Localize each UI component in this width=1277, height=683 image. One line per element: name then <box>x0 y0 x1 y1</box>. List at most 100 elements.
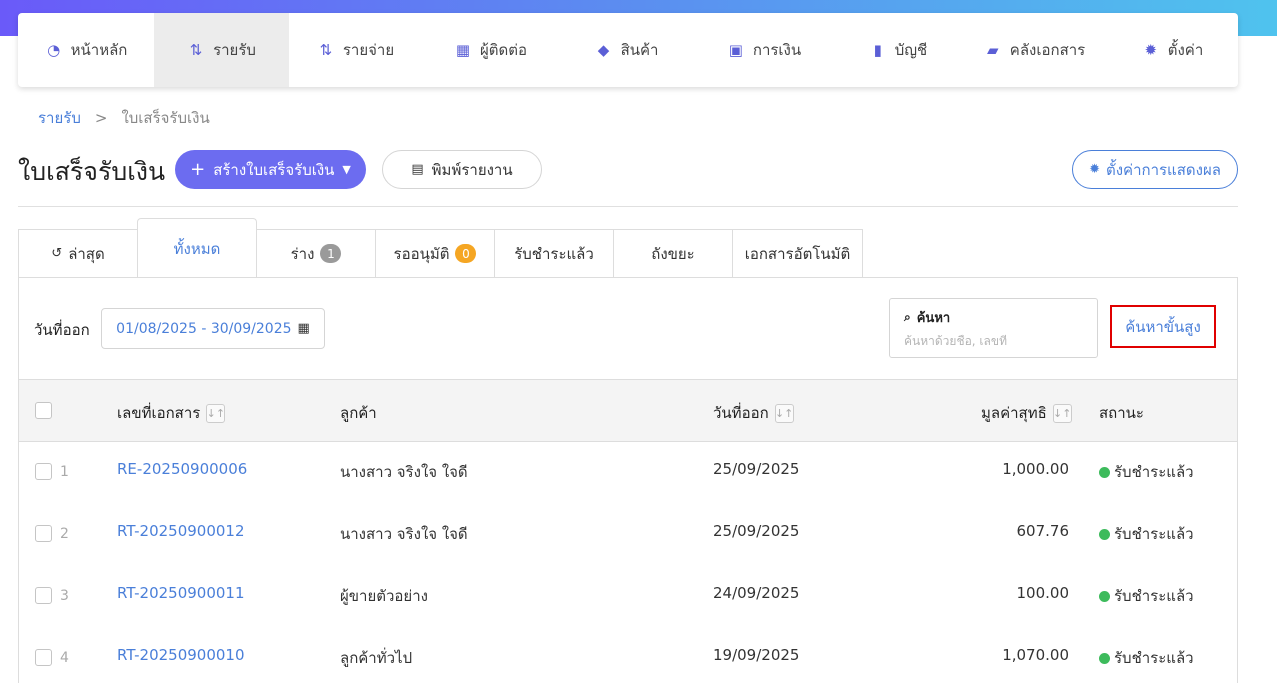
expense-icon: ⇅ <box>319 41 333 59</box>
nav-item-label: คลังเอกสาร <box>1009 41 1086 59</box>
customer-name: นางสาว จริงใจ ใจดี <box>340 525 468 543</box>
col-label: สถานะ <box>1099 404 1144 422</box>
select-all-checkbox[interactable] <box>35 402 52 419</box>
nav-item-label: หน้าหลัก <box>70 41 128 59</box>
doc-number-link[interactable]: RT-20250900012 <box>117 522 245 540</box>
status-badge: รับชำระแล้ว <box>1099 460 1194 484</box>
breadcrumb: รายรับ > ใบเสร็จรับเงิน <box>38 106 210 130</box>
sort-icon[interactable]: ↓↑ <box>206 403 226 423</box>
tab-pending-approval[interactable]: รออนุมัติ 0 <box>376 229 495 278</box>
table-row[interactable]: 2 RT-20250900012 นางสาว จริงใจ ใจดี 25/0… <box>19 504 1237 566</box>
row-number: 3 <box>60 588 69 604</box>
row-checkbox[interactable] <box>35 463 52 480</box>
calendar-icon: ▦ <box>297 321 310 336</box>
status-label: รับชำระแล้ว <box>1114 525 1194 543</box>
col-issue-date[interactable]: วันที่ออก ↓↑ <box>713 401 794 425</box>
tab-label: เอกสารอัตโนมัติ <box>744 244 851 263</box>
nav-item-finance[interactable]: ▣ การเงิน <box>694 13 834 87</box>
search-input[interactable] <box>904 334 1084 348</box>
issue-date: 24/09/2025 <box>713 584 800 602</box>
col-label: วันที่ออก <box>713 404 769 422</box>
doc-number-link[interactable]: RT-20250900011 <box>117 584 245 602</box>
sort-icon[interactable]: ↓↑ <box>1052 403 1072 423</box>
col-net-value[interactable]: มูลค่าสุทธิ ↓↑ <box>981 401 1072 425</box>
nav-item-settings[interactable]: ✹ ตั้งค่า <box>1107 13 1238 87</box>
doc-number-link[interactable]: RT-20250900010 <box>117 646 245 664</box>
gear-icon: ✹ <box>1089 162 1100 177</box>
table-row[interactable]: 3 RT-20250900011 ผู้ขายตัวอย่าง 24/09/20… <box>19 566 1237 628</box>
nav-item-label: การเงิน <box>752 41 802 59</box>
nav-item-label: รายรับ <box>213 41 256 59</box>
pending-count-badge: 0 <box>455 244 477 263</box>
tab-paid[interactable]: รับชำระแล้ว <box>495 229 614 278</box>
row-checkbox[interactable] <box>35 587 52 604</box>
status-badge: รับชำระแล้ว <box>1099 522 1194 546</box>
status-dot-icon <box>1099 590 1110 602</box>
status-badge: รับชำระแล้ว <box>1099 584 1194 608</box>
customer-name: ผู้ขายตัวอย่าง <box>340 587 428 605</box>
row-checkbox[interactable] <box>35 649 52 666</box>
date-filter-label: วันที่ออก <box>34 321 90 339</box>
status-dot-icon <box>1099 466 1110 478</box>
page-title: ใบเสร็จรับเงิน <box>18 157 166 186</box>
doc-number-link[interactable]: RE-20250900006 <box>117 460 247 478</box>
col-label: เลขที่เอกสาร <box>117 404 201 422</box>
main-nav: ◔ หน้าหลัก ⇅ รายรับ ⇅ รายจ่าย ▦ ผู้ติดต่… <box>18 13 1238 87</box>
col-label: มูลค่าสุทธิ <box>981 404 1047 422</box>
tab-latest[interactable]: ↺ ล่าสุด <box>18 229 138 278</box>
col-customer: ลูกค้า <box>340 401 377 425</box>
net-value: 1,000.00 <box>1002 460 1069 478</box>
sort-icon[interactable]: ↓↑ <box>774 403 794 423</box>
advanced-search-button[interactable]: ค้นหาขั้นสูง <box>1110 305 1216 348</box>
nav-item-contacts[interactable]: ▦ ผู้ติดต่อ <box>422 13 559 87</box>
breadcrumb-separator: > <box>94 109 108 127</box>
net-value: 607.76 <box>1016 522 1070 540</box>
header-divider <box>18 206 1238 207</box>
search-box: ⌕ ค้นหา <box>889 298 1098 358</box>
col-doc-no[interactable]: เลขที่เอกสาร ↓↑ <box>117 401 226 425</box>
draft-count-badge: 1 <box>320 244 342 263</box>
table-row[interactable]: 4 RT-20250900010 ลูกค้าทั่วไป 19/09/2025… <box>19 628 1237 683</box>
create-receipt-button[interactable]: + สร้างใบเสร็จรับเงิน ▼ <box>175 150 366 189</box>
printer-icon: ▤ <box>411 162 424 177</box>
date-range-picker[interactable]: 01/08/2025 - 30/09/2025 ▦ <box>101 308 325 349</box>
display-settings-button[interactable]: ✹ ตั้งค่าการแสดงผล <box>1072 150 1238 189</box>
tab-trash[interactable]: ถังขยะ <box>614 229 733 278</box>
nav-item-label: สินค้า <box>620 41 659 59</box>
nav-item-documents[interactable]: ▰ คลังเอกสาร <box>962 13 1107 87</box>
display-settings-label: ตั้งค่าการแสดงผล <box>1105 160 1221 179</box>
issue-date: 25/09/2025 <box>713 522 800 540</box>
status-label: รับชำระแล้ว <box>1114 463 1194 481</box>
table-row[interactable]: 1 RE-20250900006 นางสาว จริงใจ ใจดี 25/0… <box>19 442 1237 504</box>
nav-item-accounting[interactable]: ▮ บัญชี <box>834 13 962 87</box>
tab-draft[interactable]: ร่าง 1 <box>257 229 376 278</box>
ledger-icon: ▮ <box>873 41 882 59</box>
nav-item-home[interactable]: ◔ หน้าหลัก <box>18 13 154 87</box>
search-icon: ⌕ <box>904 310 911 324</box>
tab-all[interactable]: ทั้งหมด <box>137 218 257 278</box>
issue-date: 25/09/2025 <box>713 460 800 478</box>
history-icon: ↺ <box>51 246 63 261</box>
income-icon: ⇅ <box>189 41 203 59</box>
row-number: 4 <box>60 650 69 666</box>
nav-item-expense[interactable]: ⇅ รายจ่าย <box>289 13 422 87</box>
print-report-button[interactable]: ▤ พิมพ์รายงาน <box>382 150 542 189</box>
status-label: รับชำระแล้ว <box>1114 649 1194 667</box>
customer-name: นางสาว จริงใจ ใจดี <box>340 463 468 481</box>
nav-item-label: รายจ่าย <box>342 41 395 59</box>
breadcrumb-parent[interactable]: รายรับ <box>38 106 81 130</box>
tab-auto-documents[interactable]: เอกสารอัตโนมัติ <box>733 229 863 278</box>
contacts-icon: ▦ <box>455 41 471 59</box>
tab-label: ล่าสุด <box>68 244 105 263</box>
chevron-down-icon: ▼ <box>342 163 351 176</box>
status-dot-icon <box>1099 528 1110 540</box>
status-label: รับชำระแล้ว <box>1114 587 1194 605</box>
dashboard-icon: ◔ <box>47 41 61 59</box>
nav-item-income[interactable]: ⇅ รายรับ <box>154 13 289 87</box>
folder-icon: ▰ <box>987 41 999 59</box>
tab-label: รออนุมัติ <box>393 244 450 263</box>
net-value: 100.00 <box>1016 584 1070 602</box>
row-checkbox[interactable] <box>35 525 52 542</box>
nav-item-products[interactable]: ◆ สินค้า <box>559 13 694 87</box>
tab-label: ถังขยะ <box>651 244 695 263</box>
